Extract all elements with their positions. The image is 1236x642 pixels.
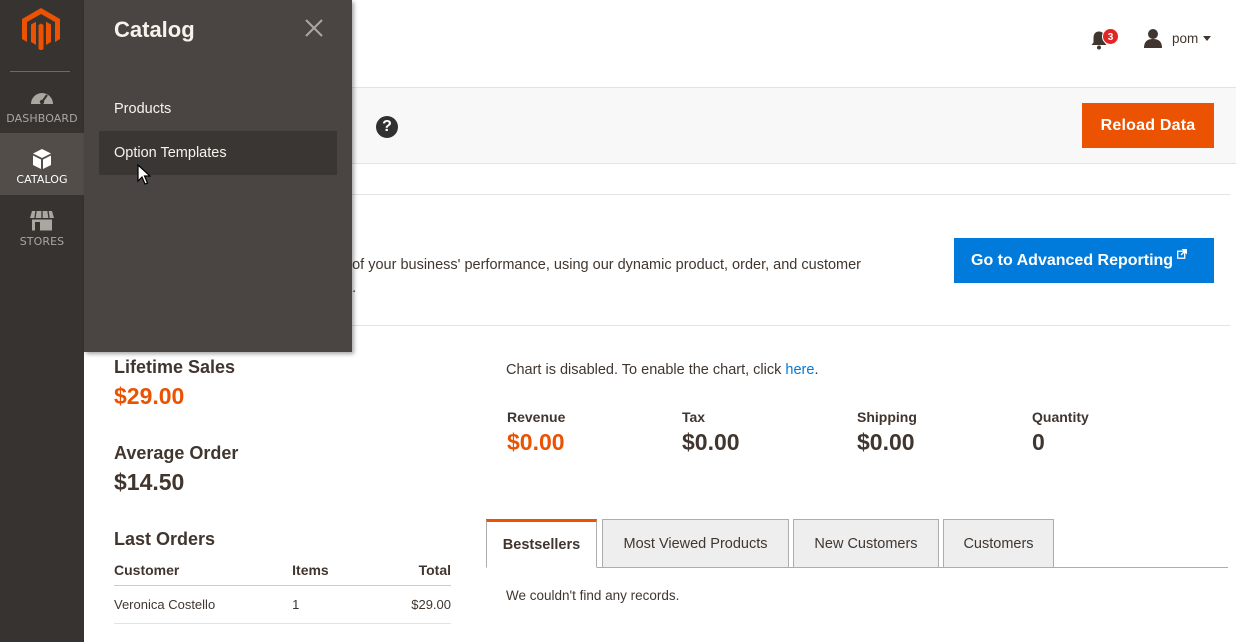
tab-customers[interactable]: Customers [943,519,1054,568]
sidebar-item-catalog[interactable]: CATALOG [0,133,84,195]
dashboard-gauge-icon [31,93,53,105]
sidebar-item-label: CATALOG [16,173,68,186]
quantity-value: 0 [1032,429,1045,455]
order-customer: Veronica Costello [114,585,290,624]
table-header-row: Customer Items Total [114,556,451,586]
shipping-label: Shipping [857,409,917,425]
lifetime-sales-value: $29.00 [114,383,185,409]
user-account-menu[interactable]: pom [1143,27,1212,49]
admin-sidebar: DASHBOARD CATALOG STORES [0,0,84,642]
average-order-label: Average Order [114,443,239,463]
catalog-box-icon [33,149,51,169]
sidebar-item-label: STORES [19,235,65,248]
revenue-value: $0.00 [507,429,565,455]
tax-value: $0.00 [682,429,740,455]
empty-state-message: We couldn't find any records. [506,588,680,603]
help-icon[interactable]: ? [376,116,398,138]
average-order-value: $14.50 [114,469,185,495]
external-link-icon [1177,249,1188,259]
catalog-submenu-panel: Catalog Products Option Templates [84,0,352,352]
tax-label: Tax [682,409,706,425]
column-header-total: Total [382,556,451,586]
notifications-count-badge: 3 [1102,28,1119,45]
advanced-reporting-button-label: Go to Advanced Reporting [971,252,1174,269]
last-orders-title: Last Orders [114,529,216,549]
order-total: $29.00 [382,585,451,624]
tab-bestsellers[interactable]: Bestsellers [486,519,597,568]
submenu-title: Catalog [114,17,195,42]
sidebar-item-label: DASHBOARD [6,112,78,125]
submenu-item-products[interactable]: Products [99,87,337,131]
order-items: 1 [289,585,383,624]
column-header-items: Items [289,556,383,586]
stores-shop-icon [30,210,54,231]
chart-disabled-period: . [814,362,819,378]
sidebar-item-dashboard[interactable]: DASHBOARD [0,72,84,134]
quantity-label: Quantity [1032,409,1089,425]
mouse-cursor-icon [137,164,151,185]
sidebar-item-stores[interactable]: STORES [0,195,84,257]
user-name: pom [1172,30,1199,46]
column-header-customer: Customer [114,556,290,586]
shipping-value: $0.00 [857,429,915,455]
magento-logo-icon[interactable] [22,8,60,50]
chart-disabled-message: Chart is disabled. To enable the chart, … [506,362,818,378]
advanced-reporting-button[interactable]: Go to Advanced Reporting [954,238,1214,283]
revenue-label: Revenue [507,409,566,425]
table-row[interactable]: Veronica Costello 1 $29.00 [114,585,451,624]
lifetime-sales-label: Lifetime Sales [114,357,236,377]
user-avatar-icon [1144,29,1162,48]
tab-new-customers[interactable]: New Customers [793,519,939,568]
close-icon[interactable] [305,19,323,37]
enable-chart-link[interactable]: here [785,362,814,378]
tab-most-viewed-products[interactable]: Most Viewed Products [602,519,789,568]
last-orders-table: Customer Items Total Veronica Costello 1… [114,556,451,624]
submenu-item-option-templates[interactable]: Option Templates [99,131,337,175]
advanced-reporting-description: d of your business' performance, using o… [340,257,862,273]
chevron-down-icon [1203,35,1212,41]
reload-data-button[interactable]: Reload Data [1082,103,1214,148]
chart-disabled-text: Chart is disabled. To enable the chart, … [506,362,782,378]
